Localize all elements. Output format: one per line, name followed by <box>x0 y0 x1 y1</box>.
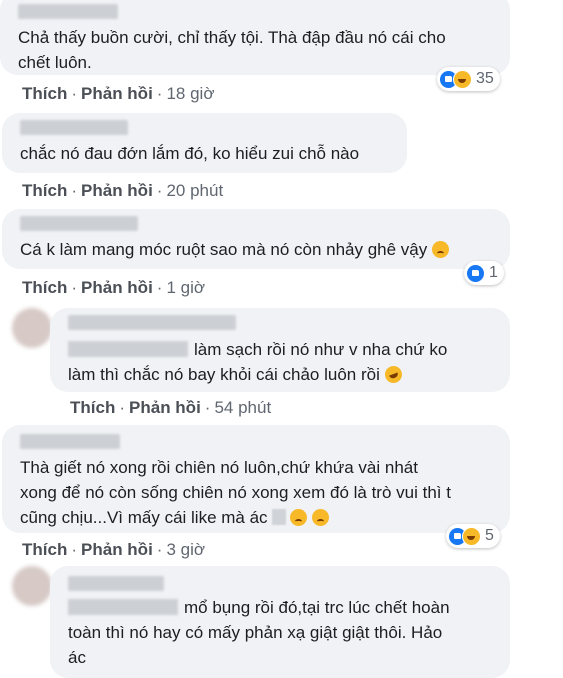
author-name-redacted[interactable] <box>20 216 138 231</box>
author-name-redacted[interactable] <box>20 120 128 135</box>
comment-bubble: Chả thấy buồn cười, chỉ thấy tội. Thà đậ… <box>0 0 510 75</box>
like-icon <box>466 263 485 283</box>
comment-text: chắc nó đau đớn lắm đó, ko hiểu zui chỗ … <box>20 144 360 163</box>
reply-button[interactable]: Phản hồi <box>81 540 153 559</box>
author-name-redacted[interactable] <box>20 434 120 449</box>
timestamp[interactable]: 1 giờ <box>166 278 205 297</box>
comment-bubble: Cá k làm mang móc ruột sao mà nó còn nhả… <box>2 209 510 269</box>
comment-actions: Thích · Phản hồi · 18 giờ <box>22 84 215 103</box>
author-name-redacted[interactable] <box>68 576 164 591</box>
haha-icon <box>462 526 481 546</box>
sad-emoji-icon <box>290 509 308 526</box>
comment-actions: Thích · Phản hồi · 1 giờ <box>22 278 206 297</box>
comment-text: Chả thấy buồn cười, chỉ thấy tội. Thà đậ… <box>18 28 446 72</box>
comment-text: Thà giết nó xong rồi chiên nó luôn,chứ k… <box>20 458 451 527</box>
reaction-count: 1 <box>489 264 498 281</box>
laughing-emoji-icon <box>382 363 404 386</box>
comment-bubble: làm sạch rồi nó như v nha chứ ko làm thì… <box>50 308 510 392</box>
author-name-redacted[interactable] <box>18 4 118 19</box>
comment-bubble: Thà giết nó xong rồi chiên nó luôn,chứ k… <box>2 425 510 533</box>
reply-button[interactable]: Phản hồi <box>81 278 153 297</box>
reply-button[interactable]: Phản hồi <box>129 398 201 417</box>
timestamp[interactable]: 20 phút <box>166 181 223 200</box>
redacted-emoji-icon <box>272 509 287 525</box>
reaction-summary[interactable]: 35 <box>437 67 500 91</box>
reaction-count: 5 <box>485 527 494 544</box>
timestamp[interactable]: 3 giờ <box>166 540 205 559</box>
timestamp[interactable]: 54 phút <box>214 398 271 417</box>
comment-text: làm sạch rồi nó như v nha chứ ko làm thì… <box>68 340 448 386</box>
haha-icon <box>453 69 472 89</box>
comment-actions: Thích · Phản hồi · 20 phút <box>22 181 224 200</box>
avatar[interactable] <box>12 566 52 606</box>
author-name-redacted[interactable] <box>68 315 236 330</box>
like-button[interactable]: Thích <box>22 84 67 103</box>
comment-bubble: mổ bụng rồi đó,tại trc lúc chết hoàn toà… <box>50 566 510 678</box>
like-button[interactable]: Thích <box>22 181 67 200</box>
comment-bubble: chắc nó đau đớn lắm đó, ko hiểu zui chỗ … <box>2 113 407 173</box>
like-button[interactable]: Thích <box>70 398 115 417</box>
comment-actions: Thích · Phản hồi · 54 phút <box>70 398 272 417</box>
timestamp[interactable]: 18 giờ <box>166 84 214 103</box>
mention-redacted[interactable] <box>68 341 188 357</box>
reaction-summary[interactable]: 1 <box>464 261 504 285</box>
sad-emoji-icon <box>432 241 449 258</box>
reaction-summary[interactable]: 5 <box>446 524 500 548</box>
like-button[interactable]: Thích <box>22 540 67 559</box>
comment-text: mổ bụng rồi đó,tại trc lúc chết hoàn toà… <box>68 598 450 667</box>
like-button[interactable]: Thích <box>22 278 67 297</box>
reaction-count: 35 <box>476 70 494 87</box>
mention-redacted[interactable] <box>68 599 178 615</box>
sad-emoji-icon <box>312 509 330 526</box>
comment-actions: Thích · Phản hồi · 3 giờ <box>22 540 206 559</box>
avatar[interactable] <box>12 308 52 348</box>
reply-button[interactable]: Phản hồi <box>81 84 153 103</box>
comment-text: Cá k làm mang móc ruột sao mà nó còn nhả… <box>20 237 492 262</box>
reply-button[interactable]: Phản hồi <box>81 181 153 200</box>
